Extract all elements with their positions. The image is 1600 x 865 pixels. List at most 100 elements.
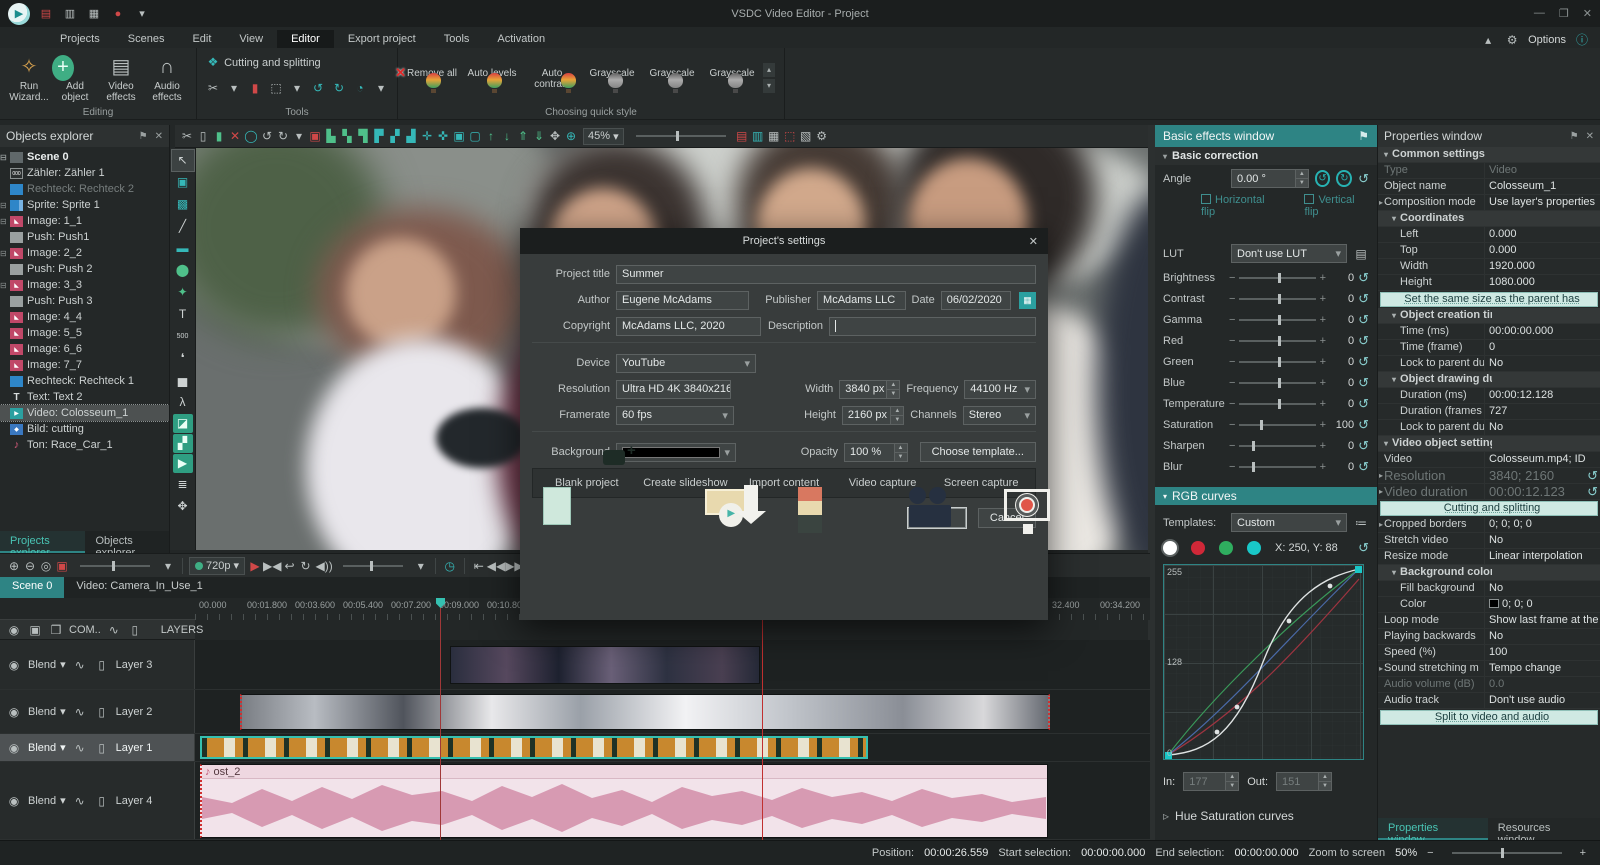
blend-dropdown[interactable]: Blend▾ xyxy=(28,741,66,754)
tool-icon[interactable]: ▾ xyxy=(289,80,305,96)
zoom-plus-icon[interactable]: + xyxy=(1580,847,1586,859)
property-row[interactable]: Common settings xyxy=(1378,147,1600,163)
property-row[interactable]: Video Colosseum.mp4; ID xyxy=(1378,452,1600,468)
tool-button[interactable]: ▣ xyxy=(172,172,194,193)
menu-item[interactable]: Activation xyxy=(483,30,559,48)
width-input[interactable]: 3840 px▲▼ xyxy=(839,380,900,399)
tool-icon[interactable]: ↺ xyxy=(310,80,326,96)
preview-zoom-slider[interactable] xyxy=(636,135,726,137)
calendar-icon[interactable]: ▦ xyxy=(1019,292,1036,309)
slider-reset-icon[interactable]: ↺ xyxy=(1358,291,1369,307)
toolbar-icon[interactable]: ▜ xyxy=(355,128,371,144)
property-row[interactable]: Width 1920.000 xyxy=(1378,259,1600,275)
property-row[interactable]: Lock to parent du No xyxy=(1378,356,1600,372)
scroll-up-icon[interactable]: ▴ xyxy=(763,63,775,77)
template-card[interactable]: Blank project xyxy=(543,477,631,489)
property-row[interactable]: Loop mode Show last frame at the xyxy=(1378,613,1600,629)
clock-icon[interactable]: ◷ xyxy=(442,558,458,574)
zoom-minus-icon[interactable]: − xyxy=(1427,847,1433,859)
tool-icon[interactable]: ▮ xyxy=(247,80,263,96)
toolbar-icon[interactable]: ▟ xyxy=(403,128,419,144)
gear-icon[interactable]: ⚙ xyxy=(1504,32,1520,48)
property-row[interactable]: Color 0; 0; 0 xyxy=(1378,597,1600,613)
composition-icon[interactable]: ❒ xyxy=(48,622,64,638)
property-row[interactable]: Resolution 3840; 2160 xyxy=(1378,468,1600,484)
curve-templates-dropdown[interactable]: Custom xyxy=(1231,513,1347,532)
in-input[interactable]: 177▲▼ xyxy=(1183,772,1239,791)
toolbar-icon[interactable]: ▢ xyxy=(467,128,483,144)
slider-reset-icon[interactable]: ↺ xyxy=(1358,417,1369,433)
quick-style-thumb[interactable]: Grayscale xyxy=(644,68,700,90)
timeline-icon[interactable]: ▣ xyxy=(54,558,70,574)
channel-green-dot[interactable] xyxy=(1219,541,1233,555)
channels-dropdown[interactable]: Stereo xyxy=(963,406,1036,425)
dropdown-icon[interactable]: ▾ xyxy=(160,558,176,574)
preview-quality-dropdown[interactable]: 720p▾ xyxy=(189,557,245,575)
tree-item[interactable]: Image: 4_4 xyxy=(0,309,169,325)
template-card[interactable]: Video capture xyxy=(839,477,927,489)
lock-icon[interactable]: ▣ xyxy=(27,622,43,638)
tree-caret-icon[interactable]: ⊟ xyxy=(0,249,10,258)
date-input[interactable]: 06/02/2020 xyxy=(941,291,1011,310)
toolbar-icon[interactable]: ↑ xyxy=(483,128,499,144)
property-row[interactable]: Time (frame) 0 xyxy=(1378,340,1600,356)
slider-track[interactable] xyxy=(1239,277,1315,279)
pin-icon[interactable]: ⚑ xyxy=(1570,131,1579,142)
lut-dropdown[interactable]: Don't use LUT xyxy=(1231,244,1347,263)
toolbar-icon[interactable]: ⊕ xyxy=(563,128,579,144)
out-input[interactable]: 151▲▼ xyxy=(1276,772,1332,791)
template-card[interactable]: Import content xyxy=(740,477,828,489)
toolbar-icon[interactable]: ▛ xyxy=(371,128,387,144)
toolbar-icon[interactable]: ✕ xyxy=(227,128,243,144)
ribbon-button[interactable]: ✧Run Wizard... xyxy=(6,53,52,103)
toolbar-icon[interactable]: ▤ xyxy=(734,128,750,144)
hue-saturation-section[interactable]: Hue Saturation curves xyxy=(1155,799,1377,833)
tree-item[interactable]: Push: Push 3 xyxy=(0,293,169,309)
tool-button[interactable]: ◪ xyxy=(173,414,193,433)
toolbar-icon[interactable]: ⇓ xyxy=(531,128,547,144)
toolbar-icon[interactable]: ⚙ xyxy=(814,128,830,144)
transport-icon[interactable]: ↻ xyxy=(297,558,313,574)
slider-track[interactable] xyxy=(1239,403,1315,405)
property-row[interactable]: Top 0.000 xyxy=(1378,243,1600,259)
property-row[interactable]: Audio volume (dB) 0.0 xyxy=(1378,677,1600,693)
property-row[interactable]: Composition mode Use layer's properties xyxy=(1378,195,1600,211)
tree-item[interactable]: Rechteck: Rechteck 1 xyxy=(0,373,169,389)
minimize-button[interactable]: — xyxy=(1534,7,1545,20)
channel-red-dot[interactable] xyxy=(1191,541,1205,555)
transport-icon[interactable]: ▶◀ xyxy=(263,558,281,574)
property-row[interactable]: Split to video and audio xyxy=(1380,710,1598,725)
tool-button[interactable]: T xyxy=(172,304,194,325)
property-row[interactable]: Object name Colosseum_1 xyxy=(1378,179,1600,195)
blend-dropdown[interactable]: Blend▾ xyxy=(28,658,66,671)
video-clip[interactable] xyxy=(450,646,760,684)
collapse-ribbon-icon[interactable]: ▴ xyxy=(1480,32,1496,48)
frequency-dropdown[interactable]: 44100 Hz xyxy=(964,380,1036,399)
blend-dropdown[interactable]: Blend▾ xyxy=(28,705,66,718)
scene-tab[interactable]: Scene 0 xyxy=(0,577,64,598)
property-row[interactable]: Background color xyxy=(1378,565,1600,581)
tool-icon[interactable]: ▾ xyxy=(373,80,389,96)
slider-track[interactable] xyxy=(1239,424,1315,426)
framerate-dropdown[interactable]: 60 fps xyxy=(616,406,734,425)
tool-button[interactable]: ▬ xyxy=(172,238,194,259)
curve-list-icon[interactable]: ≔ xyxy=(1353,515,1369,531)
property-row[interactable]: Object drawing duration xyxy=(1378,372,1600,388)
video-clip[interactable] xyxy=(240,694,1050,730)
tree-item[interactable]: Bild: cutting xyxy=(0,421,169,437)
choose-template-button[interactable]: Choose template... xyxy=(920,442,1036,462)
toolbar-icon[interactable]: ↓ xyxy=(499,128,515,144)
tree-caret-icon[interactable]: ⊟ xyxy=(0,281,10,290)
menu-item[interactable]: Scenes xyxy=(114,30,179,48)
slider-track[interactable] xyxy=(1239,340,1315,342)
tool-button[interactable]: ≣ xyxy=(172,474,194,495)
dialog-close-icon[interactable]: ✕ xyxy=(1029,235,1038,248)
menu-item[interactable]: Editor xyxy=(277,30,334,48)
device-dropdown[interactable]: YouTube xyxy=(616,354,756,373)
close-panel-icon[interactable]: ✕ xyxy=(1586,131,1594,142)
slider-reset-icon[interactable]: ↺ xyxy=(1358,333,1369,349)
tree-item[interactable]: ⊟ Image: 3_3 xyxy=(0,277,169,293)
slider-reset-icon[interactable]: ↺ xyxy=(1358,438,1369,454)
slider-reset-icon[interactable]: ↺ xyxy=(1358,375,1369,391)
tree-item[interactable]: Rechteck: Rechteck 2 xyxy=(0,181,169,197)
